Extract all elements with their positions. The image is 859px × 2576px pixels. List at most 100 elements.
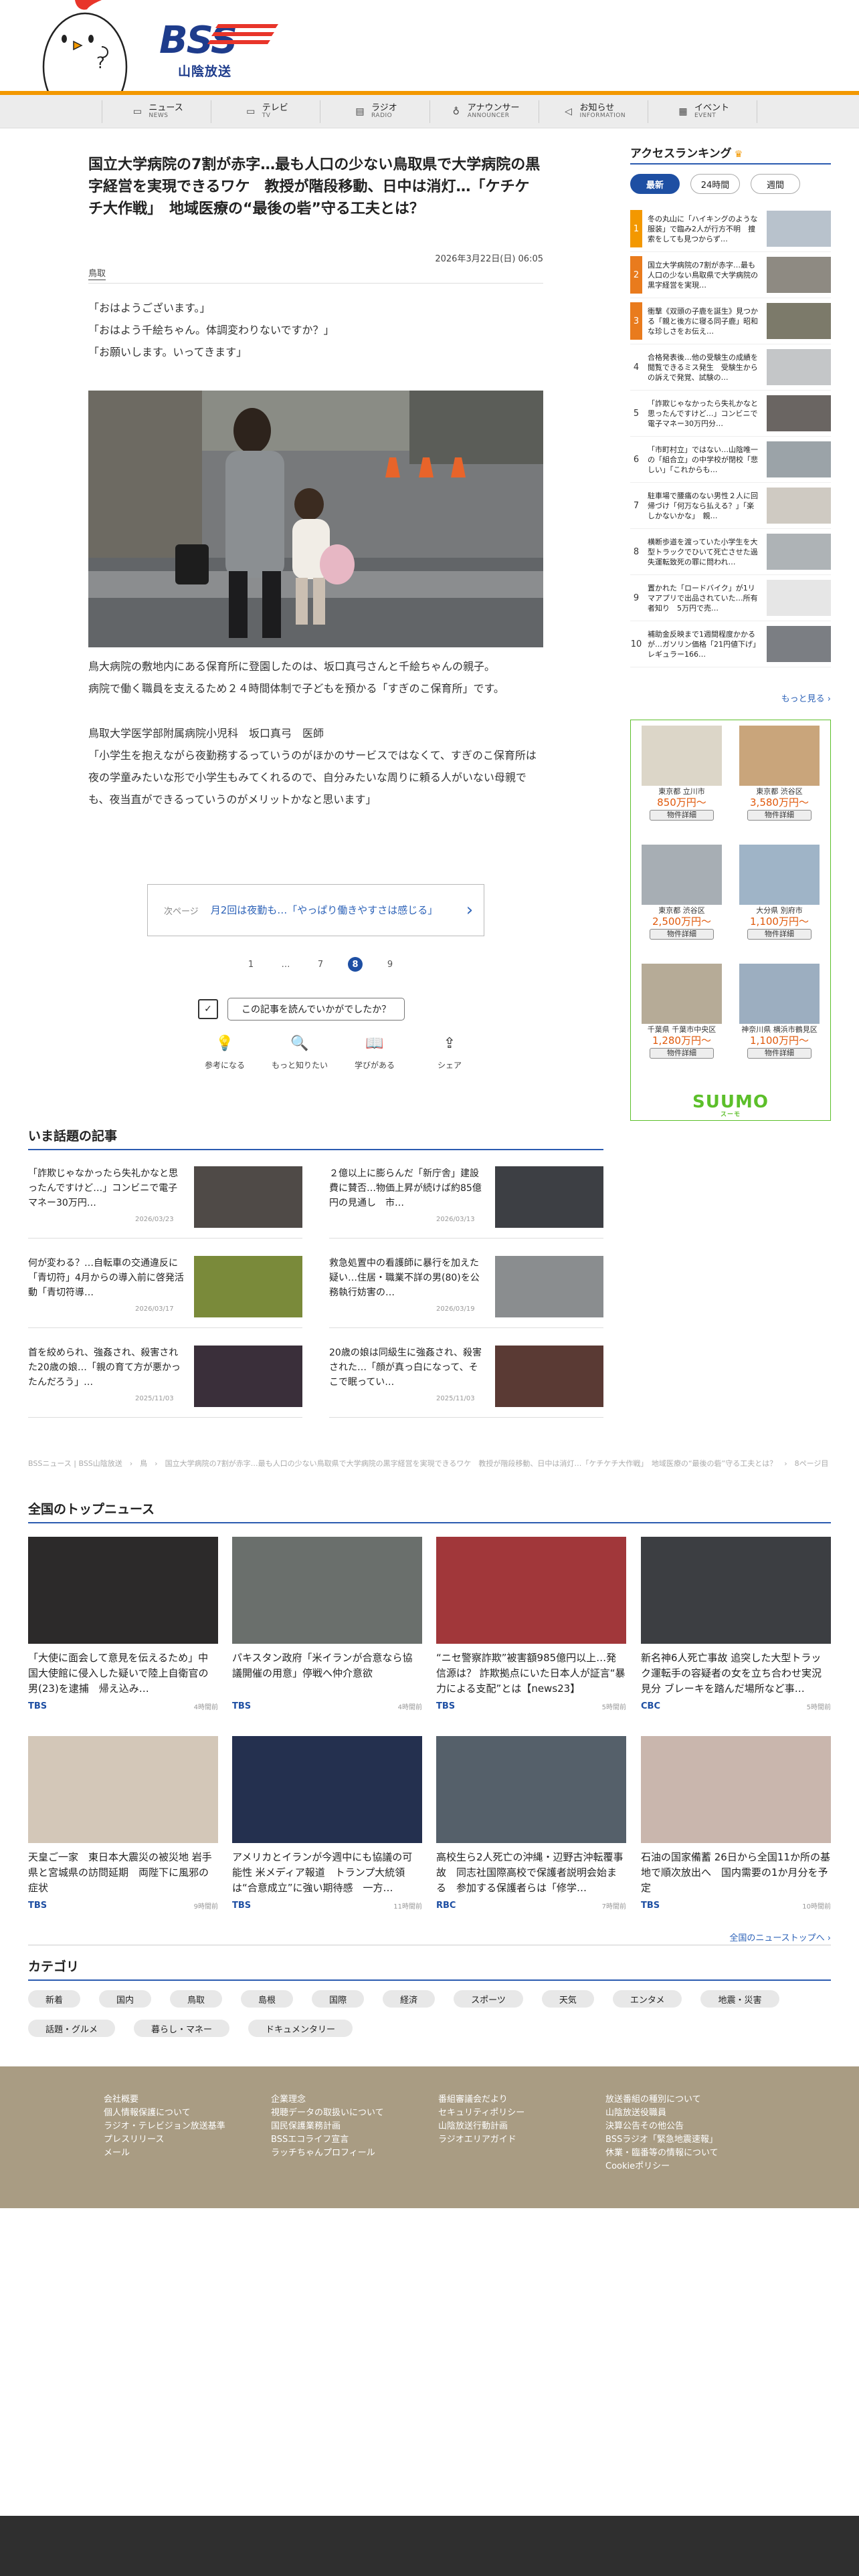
page-link[interactable]: 9 <box>383 957 397 972</box>
property-card[interactable]: 神奈川県 横浜市鶴見区 1,100万円～ 物件詳細 <box>734 964 825 1059</box>
footer-link[interactable]: BSSラジオ「緊急地震速報」 <box>605 2133 773 2147</box>
footer-link[interactable]: ラッチちゃんプロフィール <box>271 2147 438 2160</box>
category-chip[interactable]: 天気 <box>541 1990 594 2008</box>
category-chip[interactable]: 国際 <box>312 1990 365 2008</box>
feedback-prompt[interactable]: この記事を読んでいかがでしたか？ <box>227 998 405 1021</box>
footer-link[interactable]: メール <box>104 2147 271 2160</box>
footer-link[interactable]: 個人情報保護について <box>104 2107 271 2120</box>
reaction-share[interactable]: ⇪ シェア <box>420 1035 479 1071</box>
category-chip[interactable]: 地震・災害 <box>700 1990 779 2008</box>
property-card[interactable]: 東京都 渋谷区 2,500万円～ 物件詳細 <box>636 845 727 940</box>
footer-link[interactable]: 山陰放送行動計画 <box>438 2120 605 2133</box>
category-chip[interactable]: 国内 <box>99 1990 152 2008</box>
ranking-item[interactable]: 9 置かれた「ロードバイク」が1リマアプリで出品されていた…所有者知り 5万円で売… <box>630 575 831 621</box>
suumo-ad[interactable]: 東京都 立川市 850万円～ 物件詳細 東京都 渋谷区 3,580万円～ 物件詳… <box>630 720 831 1121</box>
ranking-item[interactable]: 1 冬の丸山に「ハイキングのような服装」で臨み2人が行方不明 捜索をしても見つから… <box>630 206 831 252</box>
ranking-item[interactable]: 2 国立大学病院の7割が赤字…最も人口の少ない鳥取県で大学病院の黒字経営を実現… <box>630 252 831 298</box>
footer-link[interactable]: 番組審議会だより <box>438 2093 605 2107</box>
category-chip[interactable]: 暮らし・マネー <box>134 2020 230 2037</box>
nav-item-radio[interactable]: ▤ ラジオ RADIO <box>320 100 429 123</box>
trending-card[interactable]: 20歳の娘は同級生に強姦され、殺害された…「顔が真っ白になって、そこで眠ってい…… <box>329 1346 603 1418</box>
footer-link[interactable]: ラジオエリアガイド <box>438 2133 605 2147</box>
ranking-item[interactable]: 10 補助金反映まで1週間程度かかるが…ガソリン価格「21円値下げ」 レギュラー1… <box>630 621 831 667</box>
footer-link[interactable]: セキュリティポリシー <box>438 2107 605 2120</box>
category-chip[interactable]: 島根 <box>241 1990 294 2008</box>
ranking-item[interactable]: 5 「詐欺じゃなかったら失礼かなと思ったんですけど…」コンビニで電子マネー30万円… <box>630 391 831 437</box>
property-card[interactable]: 大分県 別府市 1,100万円～ 物件詳細 <box>734 845 825 940</box>
tab-24h[interactable]: 24時間 <box>690 174 740 194</box>
property-card[interactable]: 東京都 渋谷区 3,580万円～ 物件詳細 <box>734 726 825 821</box>
ranking-item[interactable]: 8 横断歩道を渡っていた小学生を大型トラックでひいて死亡させた過失運転致死の罪に問… <box>630 529 831 575</box>
property-location: 東京都 渋谷区 <box>658 906 705 915</box>
bss-logo[interactable]: BSS 山陰放送 <box>154 19 288 79</box>
footer-link[interactable]: 会社概要 <box>104 2093 271 2107</box>
category-chip[interactable]: 鳥取 <box>170 1990 223 2008</box>
trending-card[interactable]: 「詐欺じゃなかったら失礼かなと思ったんですけど…」コンビニで電子マネー30万円…… <box>28 1166 302 1239</box>
news-card[interactable]: 高校生ら2人死亡の沖縄・辺野古沖転覆事故 同志社国際高校で保護者説明会始まる 参… <box>436 1736 626 1911</box>
footer-link[interactable]: 放送番組の種別について <box>605 2093 773 2107</box>
property-card[interactable]: 千葉県 千葉市中央区 1,280万円～ 物件詳細 <box>636 964 727 1059</box>
footer-link[interactable]: 決算公告その他公告 <box>605 2120 773 2133</box>
nav-item-tv[interactable]: ▭ テレビ TV <box>211 100 320 123</box>
footer-link[interactable]: 国民保護業務計画 <box>271 2120 438 2133</box>
footer-link[interactable]: ラジオ・テレビジョン放送基準 <box>104 2120 271 2133</box>
footer-link[interactable]: 企業理念 <box>271 2093 438 2107</box>
reaction-more-info[interactable]: 🔍 もっと知りたい <box>270 1035 329 1071</box>
footer-link[interactable]: BSSエコライフ宣言 <box>271 2133 438 2147</box>
property-detail-button[interactable]: 物件詳細 <box>650 929 714 940</box>
ranking-headline: 衝撃《双頭の子鹿を誕生》見つかる「親と後方に寝る同子鹿」昭和な珍しさをお伝え… <box>648 306 758 336</box>
reaction-helpful[interactable]: 💡 参考になる <box>195 1035 254 1071</box>
category-chip[interactable]: 新着 <box>28 1990 81 2008</box>
property-detail-button[interactable]: 物件詳細 <box>747 810 812 821</box>
ranking-item[interactable]: 6 「市町村立」ではない…山陰唯一の「組合立」の中学校が閉校「悲しい」「これからも… <box>630 437 831 483</box>
ranking-item[interactable]: 4 合格発表後…他の受験生の成績を閲覧できるミス発生 受験生からの訴えで発覚、試験… <box>630 344 831 391</box>
trending-date: 2026/03/17 <box>135 1305 174 1313</box>
breadcrumb[interactable]: BSSニュース | BSS山陰放送 › 鳥 › 国立大学病院の7割が赤字…最も人… <box>28 1458 831 1470</box>
ranking-thumbnail <box>767 534 831 570</box>
trending-card[interactable]: 首を絞められ、強姦され、殺害された20歳の娘…「親の育て方が悪かったんだろう」…… <box>28 1346 302 1418</box>
news-card[interactable]: パキスタン政府「米イランが合意なら協議開催の用意」停戦へ仲介意欲 TBS 4時間前 <box>232 1537 422 1711</box>
article-tag[interactable]: 鳥取 <box>88 269 106 280</box>
next-page-link[interactable]: 次ページ 月2回は夜勤も…「やっぱり働きやすさは感じる」 › <box>147 884 484 936</box>
ranking-item[interactable]: 7 駐車場で腰痛のない男性２人に回帰づけ「何万なら払える？」「楽しかないかな」 親… <box>630 483 831 529</box>
footer-link[interactable]: 休業・臨番等の情報について <box>605 2147 773 2160</box>
national-more-link[interactable]: 全国のニューストップへ › <box>28 1931 831 1943</box>
category-chip[interactable]: ドキュメンタリー <box>248 2020 353 2037</box>
property-detail-button[interactable]: 物件詳細 <box>747 929 812 940</box>
news-card[interactable]: “ニセ警察詐欺”被害額985億円以上…発信源は？ 詐欺拠点にいた日本人が証言“暴… <box>436 1537 626 1711</box>
news-card[interactable]: 「大使に面会して意見を伝えるため」中国大使館に侵入した疑いで陸上自衛官の男(23… <box>28 1537 218 1711</box>
page-link[interactable]: 7 <box>313 957 328 972</box>
news-card[interactable]: アメリカとイランが今週中にも協議の可能性 米メディア報道 トランプ大統領は“合意… <box>232 1736 422 1911</box>
footer-link[interactable]: プレスリリース <box>104 2133 271 2147</box>
trending-card[interactable]: 何が変わる？…自転車の交通違反に「青切符」4月からの導入前に啓発活動「青切符導…… <box>28 1256 302 1328</box>
nav-item-announcer[interactable]: ♁ アナウンサー ANNOUNCER <box>429 100 539 123</box>
category-chip[interactable]: エンタメ <box>612 1990 682 2008</box>
news-card[interactable]: 天皇ご一家 東日本大震災の被災地 岩手県と宮城県の訪問延期 両陛下に風邪の症状 T… <box>28 1736 218 1911</box>
trending-articles: いま話題の記事 「詐欺じゃなかったら失礼かなと思ったんですけど…」コンビニで電子… <box>28 1126 603 1418</box>
footer-link[interactable]: 視聴データの取扱いについて <box>271 2107 438 2120</box>
nav-label: お知らせ <box>579 103 615 114</box>
reaction-label: もっと知りたい <box>271 1061 328 1070</box>
page-link[interactable]: 1 <box>244 957 258 972</box>
nav-item-information[interactable]: ◁ お知らせ INFORMATION <box>538 100 648 123</box>
nav-item-event[interactable]: ▦ イベント EVENT <box>647 100 758 123</box>
footer-link[interactable]: 山陰放送役職員 <box>605 2107 773 2120</box>
news-card[interactable]: 新名神6人死亡事故 追突した大型トラック運転手の容疑者の女を立ち合わせ実況見分 … <box>641 1537 831 1711</box>
property-detail-button[interactable]: 物件詳細 <box>650 1048 714 1059</box>
reaction-learning[interactable]: 📖 学びがある <box>345 1035 404 1071</box>
property-detail-button[interactable]: 物件詳細 <box>747 1048 812 1059</box>
category-chip[interactable]: 経済 <box>383 1990 436 2008</box>
tab-latest[interactable]: 最新 <box>630 174 680 194</box>
trending-card[interactable]: ２億以上に膨らんだ「新庁舎」建設費に賛否…物価上昇が続けば約85億円の見通し 市… <box>329 1166 603 1239</box>
ranking-item[interactable]: 3 衝撃《双頭の子鹿を誕生》見つかる「親と後方に寝る同子鹿」昭和な珍しさをお伝え… <box>630 298 831 344</box>
property-card[interactable]: 東京都 立川市 850万円～ 物件詳細 <box>636 726 727 821</box>
property-detail-button[interactable]: 物件詳細 <box>650 810 714 821</box>
nav-item-news[interactable]: ▭ ニュース NEWS <box>102 100 211 123</box>
category-chip[interactable]: 話題・グルメ <box>28 2020 116 2037</box>
category-chip[interactable]: スポーツ <box>454 1990 523 2008</box>
news-card[interactable]: 石油の国家備蓄 26日から全国11か所の基地で順次放出へ 国内需要の1か月分を予… <box>641 1736 831 1911</box>
ranking-more-link[interactable]: もっと見る › <box>630 691 831 704</box>
footer-link[interactable]: Cookieポリシー <box>605 2160 773 2173</box>
trending-card[interactable]: 救急処置中の看護師に暴行を加えた疑い…住居・職業不詳の男(80)を公務執行妨害の… <box>329 1256 603 1328</box>
tab-weekly[interactable]: 週間 <box>751 174 800 194</box>
